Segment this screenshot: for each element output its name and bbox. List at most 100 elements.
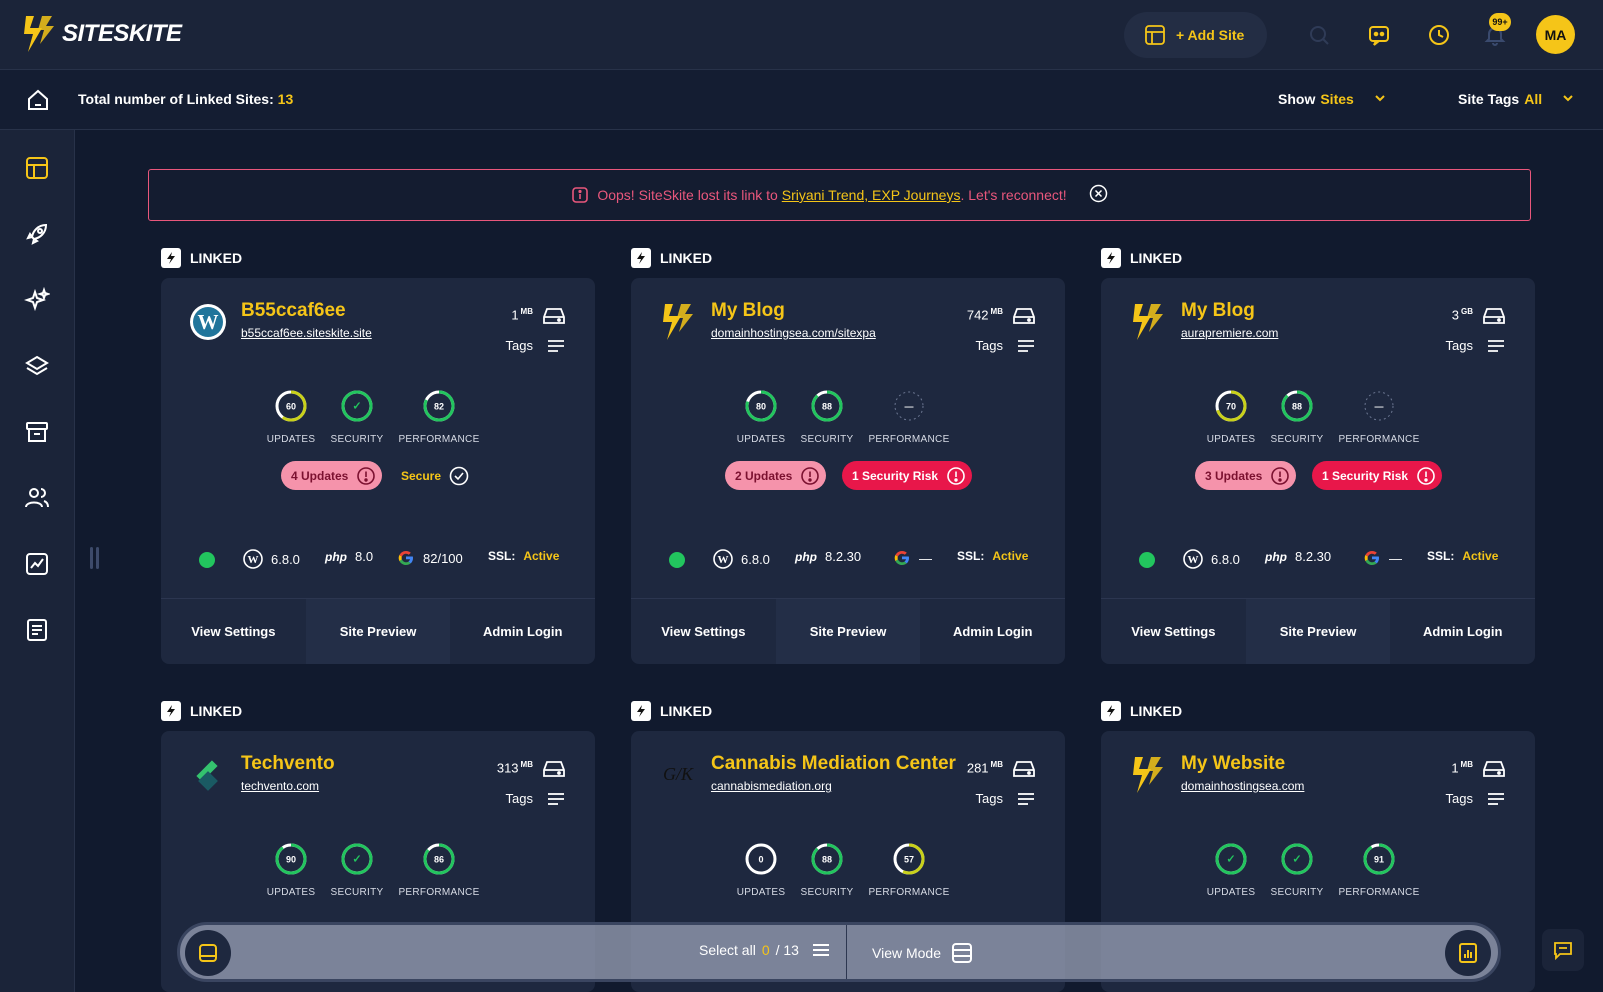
- site-name[interactable]: My Blog: [711, 300, 785, 322]
- layout-icon: [26, 157, 48, 179]
- alert-close-button[interactable]: [1089, 184, 1108, 206]
- site-name[interactable]: Techvento: [241, 753, 335, 775]
- chevron-down-icon: [1375, 95, 1385, 102]
- site-url-link[interactable]: b55ccaf6ee.siteskite.site: [241, 326, 372, 340]
- bolt-icon: [161, 248, 181, 268]
- bar-report-icon: [1459, 943, 1477, 963]
- security-metric[interactable]: ✓ SECURITY: [1252, 841, 1342, 898]
- svg-text:W: W: [718, 554, 729, 566]
- bolt-logo-icon: [1129, 756, 1167, 794]
- reports-button[interactable]: [1445, 930, 1491, 976]
- site-preview-button[interactable]: Site Preview: [305, 599, 451, 664]
- security-metric[interactable]: 88 SECURITY: [1252, 388, 1342, 445]
- linked-status-label: LINKED: [1101, 248, 1182, 268]
- site-name[interactable]: My Blog: [1181, 300, 1255, 322]
- sidebar-item-launch[interactable]: [23, 220, 51, 248]
- online-status-dot: [199, 552, 215, 568]
- view-mode-button[interactable]: View Mode: [872, 942, 973, 964]
- linked-label-text: LINKED: [1130, 250, 1183, 266]
- security-metric[interactable]: ✓ SECURITY: [312, 841, 402, 898]
- card-actions: View Settings Site Preview Admin Login: [631, 598, 1065, 664]
- tags-menu-button[interactable]: [1487, 792, 1505, 811]
- svg-text:W: W: [248, 554, 259, 566]
- site-name[interactable]: Cannabis Mediation Center: [711, 753, 956, 775]
- admin-login-button[interactable]: Admin Login: [1390, 599, 1535, 664]
- wordpress-version: W 6.8.0: [243, 549, 300, 569]
- tags-label: Tags: [505, 338, 533, 353]
- alert-prefix: Oops! SiteSkite lost its link to: [597, 187, 778, 203]
- security-metric[interactable]: 88 SECURITY: [782, 841, 872, 898]
- sidebar-resize-handle[interactable]: [90, 547, 99, 569]
- select-all-button[interactable]: Select all 0 / 13: [699, 942, 831, 958]
- security-pill[interactable]: 1 Security Risk: [842, 461, 973, 490]
- tags-menu-button[interactable]: [1487, 339, 1505, 358]
- sidebar-item-dashboard[interactable]: [23, 154, 51, 182]
- performance-metric[interactable]: — PERFORMANCE: [864, 388, 954, 445]
- site-tags-filter-dropdown[interactable]: Site Tags All: [1458, 91, 1575, 107]
- site-name[interactable]: My Website: [1181, 753, 1285, 775]
- chat-button[interactable]: [1542, 929, 1584, 971]
- add-site-button[interactable]: + Add Site: [1124, 12, 1267, 58]
- select-all-label: Select all: [699, 942, 756, 958]
- alert-sites-link[interactable]: Sriyani Trend, EXP Journeys: [782, 187, 961, 203]
- tags-menu-button[interactable]: [547, 792, 565, 811]
- home-button[interactable]: [26, 88, 50, 117]
- security-metric[interactable]: 88 SECURITY: [782, 388, 872, 445]
- show-filter-dropdown[interactable]: Show Sites: [1278, 91, 1387, 107]
- site-url-link[interactable]: techvento.com: [241, 779, 319, 793]
- app-logo[interactable]: SITESKITE: [22, 14, 182, 54]
- tags-menu-button[interactable]: [1017, 339, 1035, 358]
- performance-metric[interactable]: 86 PERFORMANCE: [394, 841, 484, 898]
- site-url-link[interactable]: domainhostingsea.com: [1181, 779, 1304, 793]
- view-settings-button[interactable]: View Settings: [1101, 599, 1246, 664]
- admin-login-button[interactable]: Admin Login: [450, 599, 595, 664]
- sidebar-item-users[interactable]: [23, 484, 51, 512]
- sidebar-item-reports[interactable]: [23, 550, 51, 578]
- performance-metric[interactable]: — PERFORMANCE: [1334, 388, 1424, 445]
- history-button[interactable]: [1426, 22, 1452, 48]
- chat-icon: [1554, 942, 1572, 961]
- security-pill[interactable]: 1 Security Risk: [1312, 461, 1443, 490]
- bolt-logo-icon: [1129, 303, 1167, 341]
- site-url-link[interactable]: aurapremiere.com: [1181, 326, 1278, 340]
- linked-label-text: LINKED: [660, 250, 713, 266]
- hard-drive-icon: [1013, 760, 1035, 783]
- user-avatar[interactable]: MA: [1536, 15, 1575, 54]
- pagespeed-score: 82/100: [397, 549, 463, 567]
- site-url-link[interactable]: cannabismediation.org: [711, 779, 832, 793]
- pagespeed-score: —: [893, 549, 932, 567]
- performance-metric[interactable]: 82 PERFORMANCE: [394, 388, 484, 445]
- php-version: php 8.0: [325, 549, 374, 564]
- sidebar-item-logs[interactable]: [23, 616, 51, 644]
- security-pill[interactable]: Secure: [401, 461, 475, 490]
- tags-menu-button[interactable]: [1017, 792, 1035, 811]
- site-name[interactable]: B55ccaf6ee: [241, 300, 346, 322]
- security-metric[interactable]: ✓ SECURITY: [312, 388, 402, 445]
- site-preview-button[interactable]: Site Preview: [775, 599, 921, 664]
- toggle-panel-button[interactable]: [185, 930, 231, 976]
- add-site-label: + Add Site: [1176, 27, 1245, 43]
- svg-text:57: 57: [904, 855, 914, 865]
- admin-login-button[interactable]: Admin Login: [920, 599, 1065, 664]
- tags-menu-button[interactable]: [547, 339, 565, 358]
- sidebar-item-ai[interactable]: [23, 286, 51, 314]
- linked-status-label: LINKED: [631, 248, 712, 268]
- archive-icon: [26, 422, 48, 442]
- updates-pill[interactable]: 2 Updates: [725, 461, 827, 490]
- svg-text:✓: ✓: [1226, 854, 1235, 866]
- view-settings-button[interactable]: View Settings: [631, 599, 776, 664]
- search-button[interactable]: [1306, 22, 1332, 48]
- updates-pill[interactable]: 4 Updates: [281, 461, 383, 490]
- support-bot-button[interactable]: [1366, 22, 1392, 48]
- gk-logo-icon: G/K: [659, 756, 697, 794]
- google-icon: [398, 551, 413, 565]
- sidebar-item-archive[interactable]: [23, 418, 51, 446]
- svg-text:60: 60: [286, 402, 296, 412]
- performance-metric[interactable]: 57 PERFORMANCE: [864, 841, 954, 898]
- view-settings-button[interactable]: View Settings: [161, 599, 306, 664]
- site-preview-button[interactable]: Site Preview: [1245, 599, 1391, 664]
- performance-metric[interactable]: 91 PERFORMANCE: [1334, 841, 1424, 898]
- updates-pill[interactable]: 3 Updates: [1195, 461, 1297, 490]
- sidebar-item-layers[interactable]: [23, 352, 51, 380]
- site-url-link[interactable]: domainhostingsea.com/sitexpa: [711, 326, 876, 340]
